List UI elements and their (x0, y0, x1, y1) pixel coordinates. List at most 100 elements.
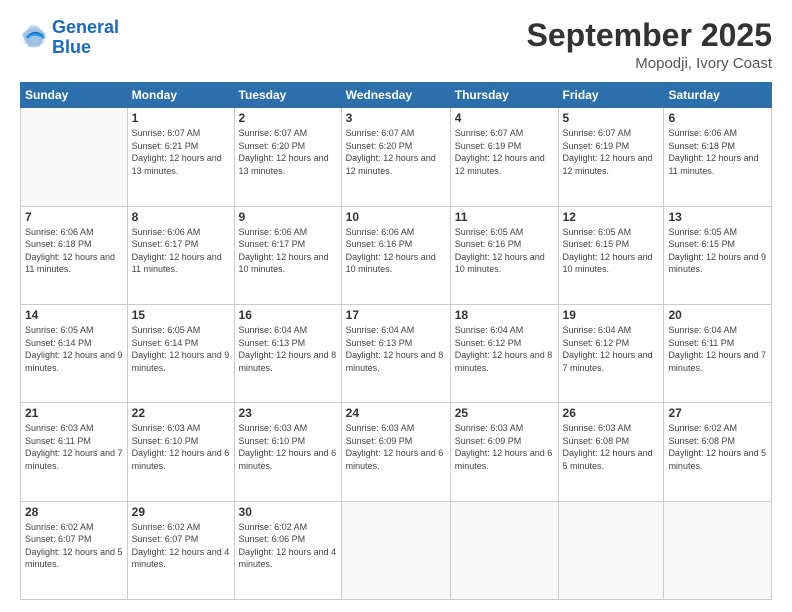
day-number: 16 (239, 308, 337, 322)
day-number: 18 (455, 308, 554, 322)
calendar-cell (558, 501, 664, 599)
calendar-cell: 30Sunrise: 6:02 AM Sunset: 6:06 PM Dayli… (234, 501, 341, 599)
calendar-cell: 11 Sunrise: 6:05 AM Sunset: 6:16 PM Dayli… (450, 206, 558, 304)
calendar-cell: 6Sunrise: 6:06 AM Sunset: 6:18 PM Daylig… (664, 108, 772, 206)
day-info: Sunrise: 6:07 AM Sunset: 6:19 PM Dayligh… (563, 127, 660, 177)
calendar-cell: 9Sunrise: 6:06 AM Sunset: 6:17 PM Daylig… (234, 206, 341, 304)
day-number: 21 (25, 406, 123, 420)
day-info: Sunrise: 6:06 AM Sunset: 6:17 PM Dayligh… (132, 226, 230, 276)
day-info: Sunrise: 6:03 AM Sunset: 6:09 PM Dayligh… (455, 422, 554, 472)
calendar-cell: 25 Sunrise: 6:03 AM Sunset: 6:09 PM Dayli… (450, 403, 558, 501)
calendar-week-3: 14Sunrise: 6:05 AM Sunset: 6:14 PM Dayli… (21, 304, 772, 402)
calendar-week-1: 1 Sunrise: 6:07 AM Sunset: 6:21 PM Daylig… (21, 108, 772, 206)
calendar-cell: 19Sunrise: 6:04 AM Sunset: 6:12 PM Dayli… (558, 304, 664, 402)
calendar-cell: 12Sunrise: 6:05 AM Sunset: 6:15 PM Dayli… (558, 206, 664, 304)
logo-text: General Blue (52, 18, 119, 58)
day-info: Sunrise: 6:06 AM Sunset: 6:18 PM Dayligh… (25, 226, 123, 276)
day-info: Sunrise: 6:02 AM Sunset: 6:06 PM Dayligh… (239, 521, 337, 571)
day-info: Sunrise: 6:02 AM Sunset: 6:07 PM Dayligh… (132, 521, 230, 571)
day-info: Sunrise: 6:05 AM Sunset: 6:16 PM Dayligh… (455, 226, 554, 276)
day-info: Sunrise: 6:06 AM Sunset: 6:16 PM Dayligh… (346, 226, 446, 276)
title-block: September 2025 Mopodji, Ivory Coast (527, 18, 772, 72)
calendar-cell: 20Sunrise: 6:04 AM Sunset: 6:11 PM Dayli… (664, 304, 772, 402)
day-number: 25 (455, 406, 554, 420)
day-number: 5 (563, 111, 660, 125)
calendar-cell: 3 Sunrise: 6:07 AM Sunset: 6:20 PM Daylig… (341, 108, 450, 206)
day-number: 9 (239, 210, 337, 224)
col-tuesday: Tuesday (234, 83, 341, 108)
calendar-cell: 5 Sunrise: 6:07 AM Sunset: 6:19 PM Daylig… (558, 108, 664, 206)
day-number: 8 (132, 210, 230, 224)
col-friday: Friday (558, 83, 664, 108)
calendar-cell: 14Sunrise: 6:05 AM Sunset: 6:14 PM Dayli… (21, 304, 128, 402)
day-number: 15 (132, 308, 230, 322)
day-info: Sunrise: 6:03 AM Sunset: 6:08 PM Dayligh… (563, 422, 660, 472)
logo-line2: Blue (52, 37, 91, 57)
day-info: Sunrise: 6:04 AM Sunset: 6:12 PM Dayligh… (455, 324, 554, 374)
calendar-cell (21, 108, 128, 206)
day-number: 2 (239, 111, 337, 125)
calendar-cell: 21 Sunrise: 6:03 AM Sunset: 6:11 PM Dayli… (21, 403, 128, 501)
day-info: Sunrise: 6:03 AM Sunset: 6:10 PM Dayligh… (239, 422, 337, 472)
calendar-week-4: 21 Sunrise: 6:03 AM Sunset: 6:11 PM Dayli… (21, 403, 772, 501)
day-info: Sunrise: 6:07 AM Sunset: 6:19 PM Dayligh… (455, 127, 554, 177)
day-number: 28 (25, 505, 123, 519)
day-number: 26 (563, 406, 660, 420)
col-sunday: Sunday (21, 83, 128, 108)
day-info: Sunrise: 6:04 AM Sunset: 6:13 PM Dayligh… (346, 324, 446, 374)
day-number: 1 (132, 111, 230, 125)
day-info: Sunrise: 6:03 AM Sunset: 6:09 PM Dayligh… (346, 422, 446, 472)
calendar-header: Sunday Monday Tuesday Wednesday Thursday… (21, 83, 772, 108)
day-info: Sunrise: 6:05 AM Sunset: 6:15 PM Dayligh… (668, 226, 767, 276)
calendar-cell: 8 Sunrise: 6:06 AM Sunset: 6:17 PM Daylig… (127, 206, 234, 304)
day-number: 27 (668, 406, 767, 420)
calendar-cell: 27Sunrise: 6:02 AM Sunset: 6:08 PM Dayli… (664, 403, 772, 501)
day-number: 24 (346, 406, 446, 420)
day-info: Sunrise: 6:04 AM Sunset: 6:12 PM Dayligh… (563, 324, 660, 374)
logo-icon (20, 24, 48, 52)
logo: General Blue (20, 18, 119, 58)
col-wednesday: Wednesday (341, 83, 450, 108)
calendar-week-2: 7 Sunrise: 6:06 AM Sunset: 6:18 PM Daylig… (21, 206, 772, 304)
day-number: 3 (346, 111, 446, 125)
header: General Blue September 2025 Mopodji, Ivo… (20, 18, 772, 72)
day-info: Sunrise: 6:03 AM Sunset: 6:11 PM Dayligh… (25, 422, 123, 472)
day-number: 20 (668, 308, 767, 322)
calendar-cell: 15 Sunrise: 6:05 AM Sunset: 6:14 PM Dayli… (127, 304, 234, 402)
day-number: 7 (25, 210, 123, 224)
calendar-cell (664, 501, 772, 599)
page: General Blue September 2025 Mopodji, Ivo… (0, 0, 792, 612)
day-number: 29 (132, 505, 230, 519)
header-row: Sunday Monday Tuesday Wednesday Thursday… (21, 83, 772, 108)
month-title: September 2025 (527, 18, 772, 53)
day-info: Sunrise: 6:07 AM Sunset: 6:20 PM Dayligh… (346, 127, 446, 177)
col-monday: Monday (127, 83, 234, 108)
day-number: 11 (455, 210, 554, 224)
calendar-cell (450, 501, 558, 599)
day-info: Sunrise: 6:05 AM Sunset: 6:14 PM Dayligh… (25, 324, 123, 374)
day-number: 13 (668, 210, 767, 224)
day-info: Sunrise: 6:03 AM Sunset: 6:10 PM Dayligh… (132, 422, 230, 472)
calendar-cell: 2 Sunrise: 6:07 AM Sunset: 6:20 PM Daylig… (234, 108, 341, 206)
calendar-cell: 4 Sunrise: 6:07 AM Sunset: 6:19 PM Daylig… (450, 108, 558, 206)
calendar-cell: 1 Sunrise: 6:07 AM Sunset: 6:21 PM Daylig… (127, 108, 234, 206)
day-info: Sunrise: 6:07 AM Sunset: 6:20 PM Dayligh… (239, 127, 337, 177)
col-thursday: Thursday (450, 83, 558, 108)
day-info: Sunrise: 6:02 AM Sunset: 6:07 PM Dayligh… (25, 521, 123, 571)
calendar-cell: 29 Sunrise: 6:02 AM Sunset: 6:07 PM Dayli… (127, 501, 234, 599)
calendar-cell: 22Sunrise: 6:03 AM Sunset: 6:10 PM Dayli… (127, 403, 234, 501)
day-info: Sunrise: 6:07 AM Sunset: 6:21 PM Dayligh… (132, 127, 230, 177)
calendar-cell: 13 Sunrise: 6:05 AM Sunset: 6:15 PM Dayli… (664, 206, 772, 304)
calendar-cell: 17 Sunrise: 6:04 AM Sunset: 6:13 PM Dayli… (341, 304, 450, 402)
calendar-week-5: 28 Sunrise: 6:02 AM Sunset: 6:07 PM Dayli… (21, 501, 772, 599)
calendar-cell: 26 Sunrise: 6:03 AM Sunset: 6:08 PM Dayli… (558, 403, 664, 501)
day-number: 10 (346, 210, 446, 224)
day-info: Sunrise: 6:05 AM Sunset: 6:14 PM Dayligh… (132, 324, 230, 374)
calendar-cell: 28 Sunrise: 6:02 AM Sunset: 6:07 PM Dayli… (21, 501, 128, 599)
day-number: 17 (346, 308, 446, 322)
day-number: 4 (455, 111, 554, 125)
day-number: 6 (668, 111, 767, 125)
calendar-cell (341, 501, 450, 599)
calendar-cell: 23Sunrise: 6:03 AM Sunset: 6:10 PM Dayli… (234, 403, 341, 501)
calendar-cell: 10 Sunrise: 6:06 AM Sunset: 6:16 PM Dayli… (341, 206, 450, 304)
